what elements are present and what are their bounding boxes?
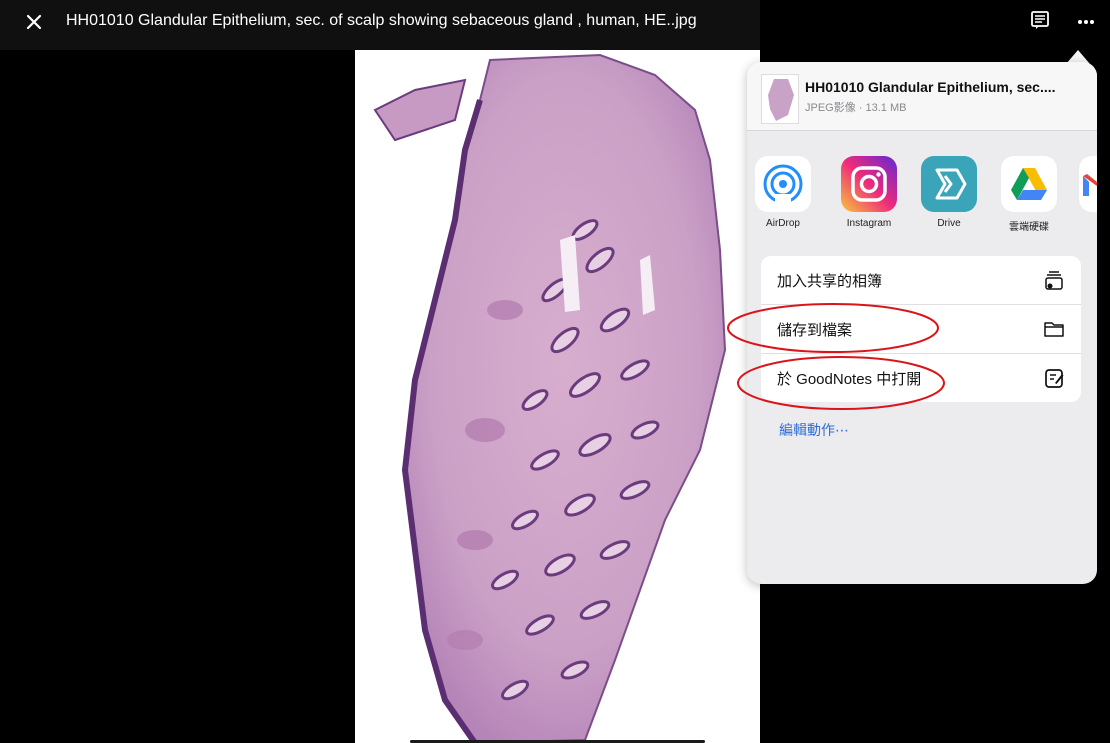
histology-image (373, 53, 727, 743)
drive-icon (921, 156, 977, 212)
share-app-label: Drive (937, 218, 961, 229)
file-title: HH01010 Glandular Epithelium, sec. of sc… (66, 12, 697, 29)
share-app-drive[interactable]: Drive (919, 156, 979, 229)
share-app-google-drive[interactable]: 雲端硬碟 (999, 156, 1059, 233)
google-drive-icon (1001, 156, 1057, 212)
instagram-icon (841, 156, 897, 212)
action-label: 儲存到檔案 (777, 322, 853, 339)
airdrop-icon (755, 156, 811, 212)
file-name: HH01010 Glandular Epithelium, sec.... (805, 79, 1056, 95)
share-sheet: HH01010 Glandular Epithelium, sec.... JP… (747, 62, 1097, 584)
action-label: 於 GoodNotes 中打開 (777, 371, 922, 388)
action-label: 加入共享的相簿 (777, 273, 883, 290)
share-app-label: Instagram (846, 218, 892, 229)
file-meta: JPEG影像 · 13.1 MB (805, 102, 907, 114)
file-thumbnail (761, 74, 799, 124)
share-sheet-header: HH01010 Glandular Epithelium, sec.... JP… (747, 62, 1097, 131)
action-add-shared-album[interactable]: 加入共享的相簿 (761, 256, 1081, 305)
close-icon[interactable] (20, 8, 48, 36)
share-app-row: AirDrop Instagram Drive 雲端硬碟 (747, 156, 1097, 236)
goodnotes-icon (1045, 369, 1064, 388)
image-viewer[interactable] (355, 50, 760, 743)
share-app-instagram[interactable]: Instagram (839, 156, 899, 229)
share-app-more[interactable] (1079, 156, 1097, 212)
edit-actions-link[interactable]: 編輯動作⋯ (779, 420, 849, 440)
caption-icon[interactable] (1030, 10, 1050, 30)
gmail-icon (1079, 156, 1097, 212)
more-options-icon[interactable] (1074, 10, 1098, 30)
shared-album-icon (1045, 271, 1063, 290)
share-app-airdrop[interactable]: AirDrop (753, 156, 813, 229)
action-open-in-goodnotes[interactable]: 於 GoodNotes 中打開 (761, 354, 1081, 402)
top-bar: HH01010 Glandular Epithelium, sec. of sc… (0, 0, 1110, 50)
share-app-label: 雲端硬碟 (1009, 222, 1049, 233)
share-app-label: AirDrop (766, 218, 800, 229)
action-save-to-files[interactable]: 儲存到檔案 (761, 305, 1081, 354)
folder-icon (1044, 322, 1064, 337)
share-actions-list: 加入共享的相簿 儲存到檔案 於 GoodNotes 中打開 (761, 256, 1081, 402)
file-thumbnail-image (768, 79, 794, 121)
